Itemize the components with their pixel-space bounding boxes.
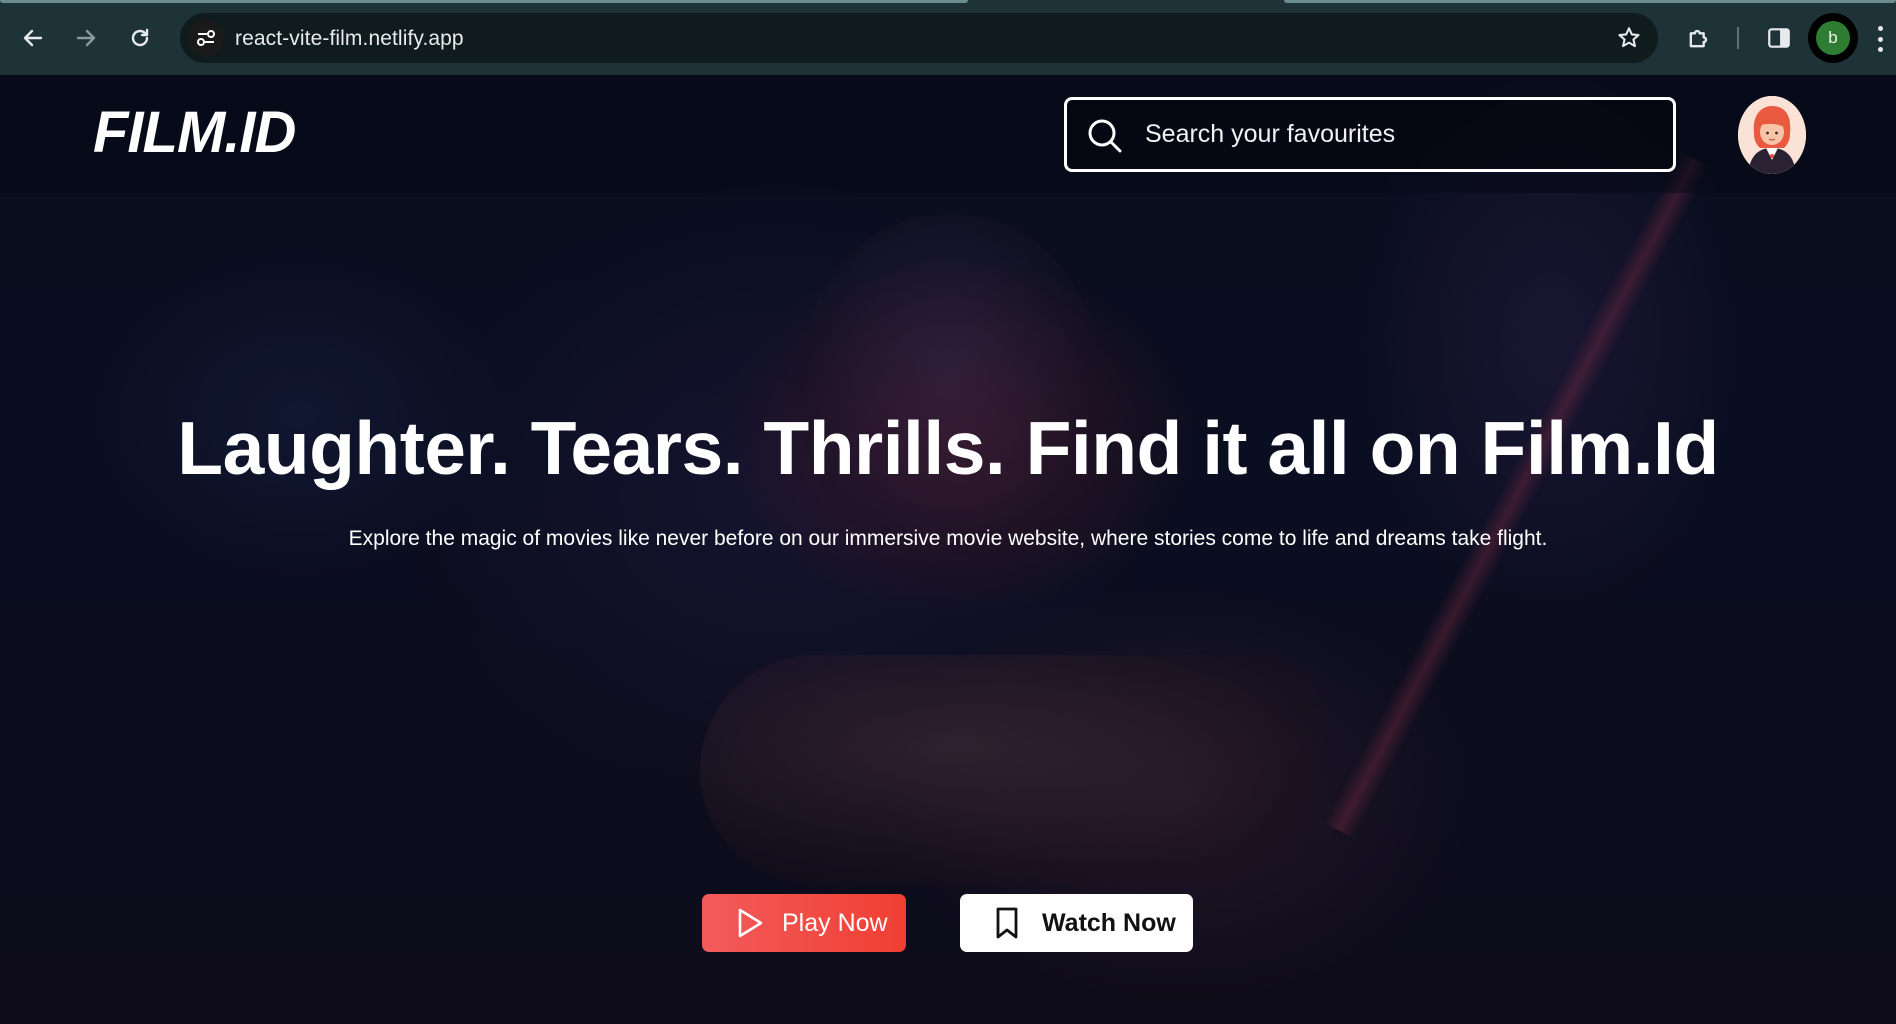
search-input[interactable] (1143, 100, 1663, 169)
play-now-button[interactable]: Play Now (702, 894, 906, 952)
extensions-button[interactable] (1680, 19, 1718, 57)
puzzle-icon (1689, 29, 1708, 48)
browser-toolbar: react-vite-film.netlify.app b (0, 0, 1896, 75)
tab-strip (0, 0, 1896, 4)
hero-subtitle: Explore the magic of movies like never b… (348, 527, 1548, 550)
tab-edge (1284, 0, 1896, 3)
avatar-illustration (1738, 96, 1806, 174)
watch-now-label: Watch Now (1042, 908, 1176, 937)
bookmark-icon (996, 907, 1018, 939)
play-now-label: Play Now (782, 908, 888, 937)
site-info-button[interactable] (188, 20, 224, 56)
page-viewport: FILM.ID Laughter. Tears. Thri (0, 75, 1896, 1024)
search-icon (1088, 119, 1122, 153)
bookmark-star-button[interactable] (1614, 23, 1644, 53)
watch-now-button[interactable]: Watch Now (960, 894, 1193, 952)
tab-edge (0, 0, 968, 3)
side-panel-button[interactable] (1760, 19, 1798, 57)
arrow-left-icon (23, 29, 43, 47)
hero-title: Laughter. Tears. Thrills. Find it all on… (177, 406, 1719, 490)
arrow-right-icon (76, 29, 96, 47)
url-text[interactable]: react-vite-film.netlify.app (235, 27, 464, 51)
search-box[interactable] (1064, 97, 1676, 172)
back-button[interactable] (14, 19, 52, 57)
site-logo[interactable]: FILM.ID (93, 99, 296, 166)
reload-button[interactable] (121, 19, 159, 57)
forward-button[interactable] (67, 19, 105, 57)
reload-icon (131, 28, 149, 47)
user-avatar[interactable] (1738, 96, 1806, 174)
profile-initial: b (1816, 21, 1850, 55)
play-icon (738, 908, 763, 938)
star-icon (1618, 27, 1640, 48)
address-bar[interactable]: react-vite-film.netlify.app (180, 13, 1658, 63)
side-panel-icon (1768, 28, 1790, 48)
kebab-menu-icon[interactable] (1876, 26, 1884, 52)
profile-button[interactable]: b (1808, 13, 1858, 63)
tune-icon (197, 30, 215, 46)
site-header: FILM.ID (0, 75, 1896, 193)
toolbar-separator (1737, 27, 1739, 49)
